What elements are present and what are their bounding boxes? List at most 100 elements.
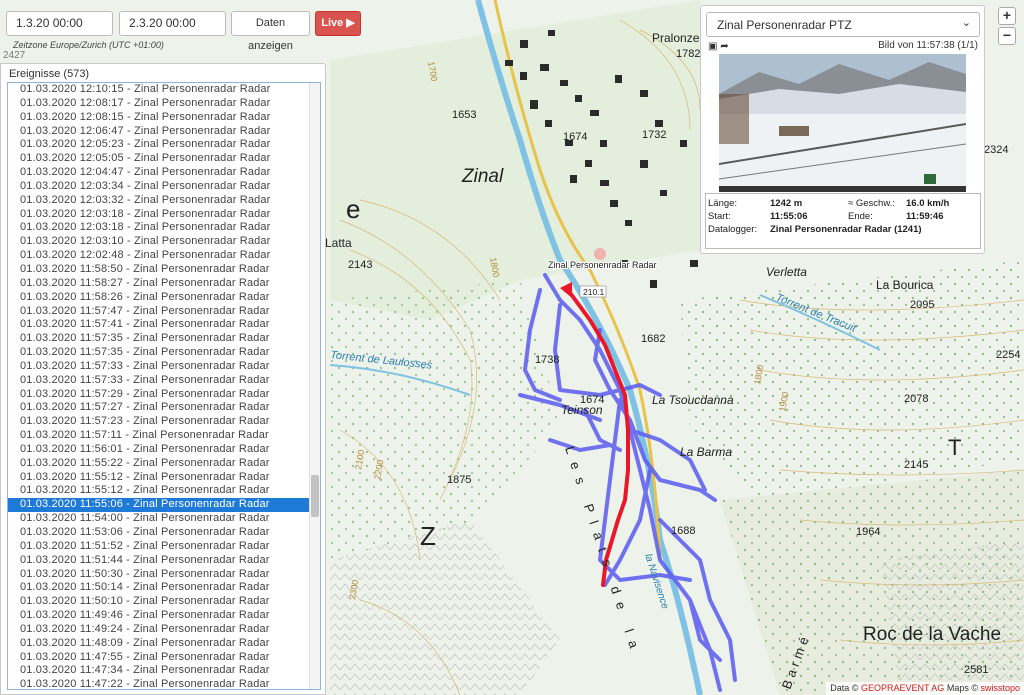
event-item[interactable]: 01.03.2020 11:56:01 - Zinal Personenrada… bbox=[8, 443, 320, 457]
event-item[interactable]: 01.03.2020 11:50:30 - Zinal Personenrada… bbox=[8, 568, 320, 582]
camera-panel: Zinal Personenradar PTZ ⌄ ▣ ➦ Bild von 1… bbox=[700, 5, 985, 254]
attribution-maps: Maps © bbox=[946, 683, 978, 693]
event-item[interactable]: 01.03.2020 12:06:47 - Zinal Personenrada… bbox=[8, 125, 320, 139]
date-from-input[interactable]: 1.3.20 00:00 bbox=[6, 11, 113, 36]
event-item[interactable]: 01.03.2020 11:55:12 - Zinal Personenrada… bbox=[8, 484, 320, 498]
share-arrow-icon[interactable]: ➦ bbox=[720, 41, 728, 52]
events-scroll-thumb[interactable] bbox=[311, 475, 319, 517]
event-item[interactable]: 01.03.2020 11:47:55 - Zinal Personenrada… bbox=[8, 651, 320, 665]
elevation-1674a: 1674 bbox=[563, 131, 587, 143]
map-label-latta: Latta bbox=[325, 236, 352, 250]
map-attribution: Data © GEOPRAEVENT AG Maps © swisstopo bbox=[826, 682, 1024, 695]
elevation-1964: 1964 bbox=[856, 526, 880, 538]
event-item[interactable]: 01.03.2020 12:03:10 - Zinal Personenrada… bbox=[8, 235, 320, 249]
chevron-down-icon: ⌄ bbox=[961, 17, 971, 29]
length-value: 1242 m bbox=[770, 198, 803, 209]
elevation-2254: 2254 bbox=[996, 349, 1020, 361]
event-item[interactable]: 01.03.2020 11:57:47 - Zinal Personenrada… bbox=[8, 305, 320, 319]
camera-track-info: Länge: 1242 m ≈ Geschw.: 16.0 km/h Start… bbox=[705, 193, 981, 249]
event-item[interactable]: 01.03.2020 12:03:18 - Zinal Personenrada… bbox=[8, 208, 320, 222]
event-item[interactable]: 01.03.2020 12:03:34 - Zinal Personenrada… bbox=[8, 180, 320, 194]
attribution-provider-link[interactable]: GEOPRAEVENT AG bbox=[861, 683, 944, 693]
event-item[interactable]: 01.03.2020 12:03:18 - Zinal Personenrada… bbox=[8, 221, 320, 235]
event-item[interactable]: 01.03.2020 11:47:34 - Zinal Personenrada… bbox=[8, 664, 320, 678]
event-item[interactable]: 01.03.2020 11:48:09 - Zinal Personenrada… bbox=[8, 637, 320, 651]
map-label-verletta: Verletta bbox=[766, 265, 807, 279]
radar-label: Zinal Personenradar Radar bbox=[548, 260, 657, 270]
camera-image[interactable] bbox=[719, 54, 966, 192]
map-label-la-tsoucdanna: La Tsoucdanna bbox=[652, 393, 734, 407]
event-item[interactable]: 01.03.2020 11:55:22 - Zinal Personenrada… bbox=[8, 457, 320, 471]
event-item[interactable]: 01.03.2020 11:47:22 - Zinal Personenrada… bbox=[8, 678, 320, 689]
event-item[interactable]: 01.03.2020 11:54:00 - Zinal Personenrada… bbox=[8, 512, 320, 526]
event-item[interactable]: 01.03.2020 12:05:23 - Zinal Personenrada… bbox=[8, 138, 320, 152]
zoom-out-button[interactable]: − bbox=[998, 27, 1016, 45]
end-value: 11:59:46 bbox=[906, 211, 944, 222]
event-item[interactable]: 01.03.2020 11:58:27 - Zinal Personenrada… bbox=[8, 277, 320, 291]
event-item[interactable]: 01.03.2020 11:57:35 - Zinal Personenrada… bbox=[8, 346, 320, 360]
elevation-2078: 2078 bbox=[904, 393, 928, 405]
elevation-1674b: 1674 bbox=[580, 394, 604, 406]
event-item[interactable]: 01.03.2020 11:49:46 - Zinal Personenrada… bbox=[8, 609, 320, 623]
event-item[interactable]: 01.03.2020 11:57:33 - Zinal Personenrada… bbox=[8, 374, 320, 388]
event-item[interactable]: 01.03.2020 11:57:27 - Zinal Personenrada… bbox=[8, 401, 320, 415]
event-item[interactable]: 01.03.2020 11:51:44 - Zinal Personenrada… bbox=[8, 554, 320, 568]
event-item[interactable]: 01.03.2020 11:57:29 - Zinal Personenrada… bbox=[8, 388, 320, 402]
speed-value: 16.0 km/h bbox=[906, 198, 950, 209]
events-list[interactable]: 01.03.2020 12:10:15 - Zinal Personenrada… bbox=[7, 82, 321, 690]
event-item[interactable]: 01.03.2020 12:04:47 - Zinal Personenrada… bbox=[8, 166, 320, 180]
event-item[interactable]: 01.03.2020 12:02:48 - Zinal Personenrada… bbox=[8, 249, 320, 263]
elevation-1732: 1732 bbox=[642, 129, 666, 141]
event-item[interactable]: 01.03.2020 11:57:11 - Zinal Personenrada… bbox=[8, 429, 320, 443]
camera-select[interactable]: Zinal Personenradar PTZ ⌄ bbox=[706, 12, 980, 37]
elevation-1682: 1682 bbox=[641, 333, 665, 345]
event-item[interactable]: 01.03.2020 12:10:15 - Zinal Personenrada… bbox=[8, 83, 320, 97]
image-icon[interactable]: ▣ bbox=[708, 41, 717, 52]
map-label-la-barma: La Barma bbox=[680, 445, 732, 459]
datalogger-label: Datalogger: bbox=[708, 224, 758, 235]
elevation-2145: 2145 bbox=[904, 459, 928, 471]
speed-label: ≈ Geschw.: bbox=[848, 198, 895, 209]
event-item[interactable]: 01.03.2020 11:57:41 - Zinal Personenrada… bbox=[8, 318, 320, 332]
events-scrollbar[interactable] bbox=[309, 83, 320, 689]
event-item[interactable]: 01.03.2020 12:08:17 - Zinal Personenrada… bbox=[8, 97, 320, 111]
attribution-prefix: Data © bbox=[830, 683, 859, 693]
event-item[interactable]: 01.03.2020 11:53:06 - Zinal Personenrada… bbox=[8, 526, 320, 540]
start-value: 11:55:06 bbox=[770, 211, 808, 222]
event-item[interactable]: 01.03.2020 11:57:23 - Zinal Personenrada… bbox=[8, 415, 320, 429]
event-item[interactable]: 01.03.2020 12:05:05 - Zinal Personenrada… bbox=[8, 152, 320, 166]
events-list-items: 01.03.2020 12:10:15 - Zinal Personenrada… bbox=[8, 83, 320, 689]
events-panel: Ereignisse (573) 01.03.2020 12:10:15 - Z… bbox=[0, 63, 326, 695]
event-item[interactable]: 01.03.2020 11:58:50 - Zinal Personenrada… bbox=[8, 263, 320, 277]
elevation-2324: 2324 bbox=[984, 144, 1008, 156]
event-item[interactable]: 01.03.2020 12:03:32 - Zinal Personenrada… bbox=[8, 194, 320, 208]
live-button[interactable]: Live ▶ bbox=[315, 11, 361, 36]
elevation-1653: 1653 bbox=[452, 109, 476, 121]
map-label-pralonze: Pralonze bbox=[652, 31, 700, 45]
length-label: Länge: bbox=[708, 198, 738, 209]
map-label-la-bourica: La Bourica bbox=[876, 278, 934, 292]
datalogger-value: Zinal Personenradar Radar (1241) bbox=[770, 224, 922, 235]
camera-frame-info: Bild von 11:57:38 (1/1) bbox=[878, 40, 978, 51]
speed-icon: ≈ bbox=[848, 198, 856, 209]
event-item[interactable]: 01.03.2020 11:50:10 - Zinal Personenrada… bbox=[8, 595, 320, 609]
event-item[interactable]: 01.03.2020 11:57:33 - Zinal Personenrada… bbox=[8, 360, 320, 374]
map-label-roc-de-la-vache: Roc de la Vache bbox=[863, 624, 1001, 645]
event-item[interactable]: 01.03.2020 11:49:24 - Zinal Personenrada… bbox=[8, 623, 320, 637]
show-data-button[interactable]: Daten anzeigen bbox=[231, 11, 310, 52]
map-label-letter-e: e bbox=[346, 194, 360, 224]
event-item[interactable]: 01.03.2020 11:57:35 - Zinal Personenrada… bbox=[8, 332, 320, 346]
event-item[interactable]: 01.03.2020 11:50:14 - Zinal Personenrada… bbox=[8, 581, 320, 595]
date-to-input[interactable]: 2.3.20 00:00 bbox=[119, 11, 226, 36]
event-item[interactable]: 01.03.2020 11:51:52 - Zinal Personenrada… bbox=[8, 540, 320, 554]
elevation-2095: 2095 bbox=[910, 299, 934, 311]
event-item[interactable]: 01.03.2020 12:08:15 - Zinal Personenrada… bbox=[8, 111, 320, 125]
event-item[interactable]: 01.03.2020 11:55:06 - Zinal Personenrada… bbox=[8, 498, 320, 513]
elevation-2581: 2581 bbox=[964, 664, 988, 676]
attribution-maps-link[interactable]: swisstopo bbox=[980, 683, 1020, 693]
event-item[interactable]: 01.03.2020 11:58:26 - Zinal Personenrada… bbox=[8, 291, 320, 305]
map-label-letter-z: Z bbox=[420, 521, 436, 551]
event-item[interactable]: 01.03.2020 11:55:12 - Zinal Personenrada… bbox=[8, 471, 320, 485]
zoom-in-button[interactable]: + bbox=[998, 7, 1016, 25]
camera-toolbar: ▣ ➦ bbox=[708, 41, 729, 52]
